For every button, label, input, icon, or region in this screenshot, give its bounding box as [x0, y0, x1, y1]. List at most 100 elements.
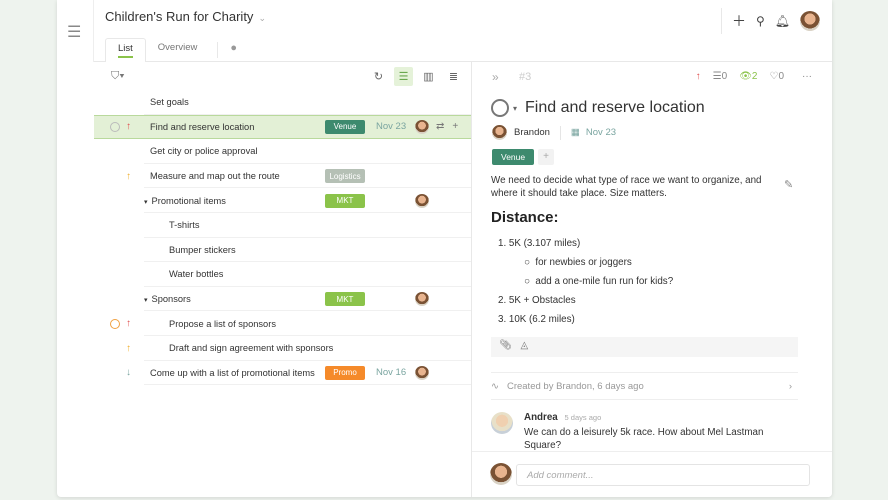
add-tag-button[interactable]: +	[538, 149, 554, 165]
due-date[interactable]: Nov 23	[586, 127, 616, 138]
task-tag[interactable]: Promo	[325, 365, 365, 380]
comment-input[interactable]: Add comment...	[516, 464, 810, 486]
search-icon[interactable]: ⚲	[756, 14, 765, 28]
subtasks-value: 0	[721, 71, 728, 82]
more-icon[interactable]: ···	[802, 71, 812, 82]
task-list: ⛉▾ ↻ ☰ ▥ ≣ Set goals ↑ Find and reserve lo…	[94, 62, 472, 497]
task-name-text: T-shirts	[169, 220, 200, 231]
project-title[interactable]: Children's Run for Charity ⌄	[105, 9, 266, 24]
task-due-date[interactable]: Nov 16	[376, 367, 406, 378]
task-tag[interactable]: Logistics	[325, 169, 365, 184]
chevron-right-icon[interactable]: ›	[789, 381, 792, 392]
task-name-text: Measure and map out the route	[150, 171, 280, 182]
drive-icon[interactable]: ◬	[520, 340, 528, 351]
task-name[interactable]: Measure and map out the route	[150, 171, 280, 181]
caret-down-icon[interactable]: ▾	[513, 104, 517, 113]
task-tag[interactable]: MKT	[325, 193, 365, 208]
edit-icon[interactable]: ✎	[784, 178, 793, 191]
task-name[interactable]: Get city or police approval	[150, 146, 257, 156]
collapse-caret-icon[interactable]: ▾	[144, 199, 148, 206]
assignee-name[interactable]: Brandon	[514, 127, 550, 138]
assignee-avatar[interactable]	[415, 193, 429, 208]
task-row[interactable]: ↑ Draft and sign agreement with sponsors	[94, 336, 471, 361]
task-due-date[interactable]: Nov 23	[376, 121, 406, 132]
chevron-down-icon[interactable]: ⌄	[258, 13, 266, 23]
task-row[interactable]: Bumper stickers	[94, 238, 471, 263]
paperclip-icon[interactable]: 📎︎	[499, 340, 512, 351]
likes-count[interactable]: ♡0	[769, 71, 784, 82]
task-number: #3	[519, 71, 532, 83]
subtasks-count[interactable]: ☰0	[713, 71, 728, 82]
priority-up-icon[interactable]: ↑	[126, 343, 131, 354]
tab-overview[interactable]: Overview	[146, 38, 210, 62]
divider	[559, 125, 561, 140]
filter-icon[interactable]: ⛉▾	[111, 70, 125, 83]
assignee-avatar[interactable]	[492, 125, 507, 140]
task-checkbox[interactable]	[110, 318, 120, 329]
task-name[interactable]: Propose a list of sponsors	[169, 319, 276, 329]
task-row[interactable]: ↑ Measure and map out the route Logistics	[94, 164, 471, 189]
task-name[interactable]: Draft and sign agreement with sponsors	[169, 343, 333, 353]
attachments-bar: 📎︎ ◬	[491, 337, 798, 357]
collapse-panel-icon[interactable]: »	[492, 70, 499, 84]
priority-up-icon[interactable]: ↑	[126, 318, 131, 329]
assignee-avatar[interactable]	[415, 119, 429, 134]
user-avatar[interactable]	[800, 11, 820, 31]
bell-icon[interactable]: 🔔︎	[775, 14, 790, 28]
task-tag[interactable]: MKT	[325, 292, 365, 307]
task-tag[interactable]: Venue	[325, 119, 365, 134]
task-row[interactable]: ↑ Propose a list of sponsors	[94, 311, 471, 336]
task-name[interactable]: Come up with a list of promotional items	[150, 368, 315, 378]
priority-up-icon[interactable]: ↑	[126, 121, 131, 132]
task-name[interactable]: Water bottles	[169, 269, 223, 279]
task-row[interactable]: Set goals	[94, 90, 471, 115]
tag-venue[interactable]: Venue	[492, 149, 535, 165]
priority-up-icon[interactable]: ↑	[126, 171, 131, 182]
plus-icon[interactable]: ＋	[732, 11, 746, 31]
assignee-avatar[interactable]	[415, 292, 429, 307]
task-name[interactable]: ▾ Promotional items	[144, 196, 226, 206]
refresh-icon[interactable]: ↻	[369, 67, 388, 86]
add-subtask-icon[interactable]: +	[452, 121, 458, 132]
task-name[interactable]: T-shirts	[169, 220, 199, 230]
subtask-icon[interactable]: ⇄	[436, 121, 444, 132]
task-row[interactable]: T-shirts	[94, 213, 471, 238]
task-row[interactable]: ↓ Come up with a list of promotional item…	[94, 361, 471, 386]
comment-text: We can do a leisurely 5k race. How about…	[524, 427, 764, 451]
board-view-icon[interactable]: ▥	[419, 67, 438, 86]
task-name-text: Water bottles	[169, 269, 224, 280]
calendar-icon[interactable]: ▦	[571, 127, 580, 138]
menu-icon[interactable]: ☰	[67, 22, 81, 42]
task-row[interactable]: Water bottles	[94, 262, 471, 287]
task-name[interactable]: Set goals	[150, 97, 189, 107]
tab-list[interactable]: List	[105, 38, 146, 62]
task-row[interactable]: Get city or police approval	[94, 139, 471, 164]
list-item: 3. 10K (6.2 miles)	[498, 314, 575, 325]
task-row[interactable]: ▾ Promotional items MKT	[94, 188, 471, 213]
add-tab-icon[interactable]: ●	[217, 42, 237, 58]
task-name[interactable]: ▾ Sponsors	[144, 294, 191, 304]
task-name[interactable]: Find and reserve location	[150, 122, 254, 132]
collapse-caret-icon[interactable]: ▾	[144, 297, 148, 304]
activity-text: Created by Brandon, 6 days ago	[506, 380, 644, 392]
task-rows: Set goals ↑ Find and reserve location Venue…	[94, 90, 471, 386]
priority-down-icon[interactable]: ↓	[126, 367, 131, 378]
watchers-count[interactable]: 👁︎2	[739, 71, 757, 82]
activity-icon: ∿	[491, 380, 499, 392]
sub-list-item: ○ for newbies or joggers	[524, 257, 632, 268]
assignee-avatar[interactable]	[415, 365, 429, 380]
gantt-view-icon[interactable]: ≣	[444, 67, 463, 86]
task-name[interactable]: Bumper stickers	[169, 245, 236, 255]
task-row[interactable]: ↑ Find and reserve location Venue Nov 23 ⇄ +	[94, 114, 471, 140]
task-detail: » #3 ↑ ☰0 👁︎2 ♡0 ··· ▾ Find and reserve l…	[472, 62, 832, 497]
task-name-text: Come up with a list of promotional items	[150, 367, 315, 378]
task-description[interactable]: We need to decide what type of race we w…	[491, 174, 781, 200]
list-view-icon[interactable]: ☰	[394, 67, 413, 86]
task-row[interactable]: ▾ Sponsors MKT	[94, 287, 471, 312]
activity-row[interactable]: ∿ Created by Brandon, 6 days ago ›	[491, 372, 798, 400]
complete-checkbox[interactable]	[491, 99, 509, 117]
task-title[interactable]: Find and reserve location	[525, 99, 705, 117]
row-divider	[144, 384, 471, 386]
task-checkbox[interactable]	[110, 121, 120, 132]
priority-up-icon[interactable]: ↑	[696, 71, 701, 82]
